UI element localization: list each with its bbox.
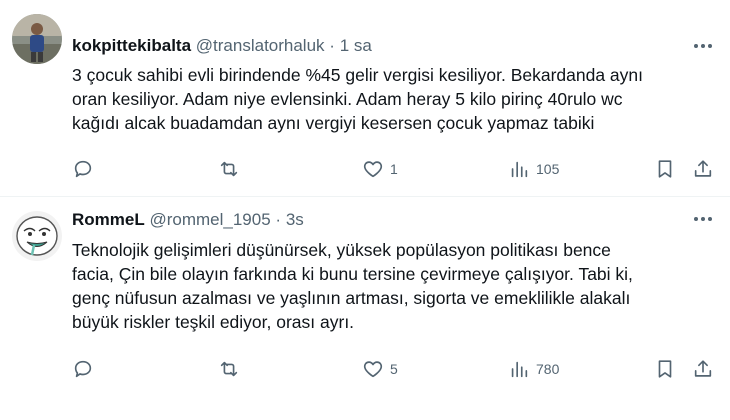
user-handle[interactable]: @translatorhaluk	[196, 36, 325, 55]
tweet-text-line: 3 çocuk sahibi evli birindende %45 gelir…	[72, 65, 644, 85]
reply-button[interactable]	[72, 157, 94, 181]
tweet-text-line: Teknolojik gelişimleri düşünürsek, yükse…	[72, 240, 611, 260]
tweet-text-line: oran kesiliyor. Adam niye evlensinki. Ad…	[72, 89, 623, 109]
heart-icon	[363, 161, 383, 178]
tweet[interactable]: kokpittekibalta @translatorhaluk · 1 sa …	[0, 0, 730, 196]
like-button[interactable]: 5	[362, 357, 398, 381]
tweet-text-line: kağıdı alcak buadamdan aynı vergiyi kese…	[72, 113, 595, 133]
avatar[interactable]	[12, 211, 62, 261]
tweet-text-line: facia, Çin bile olayın farkında ki bunu …	[72, 264, 633, 284]
timestamp[interactable]: 1 sa	[340, 36, 372, 55]
retweet-icon	[220, 361, 238, 377]
separator: ·	[329, 36, 335, 55]
view-count: 780	[536, 361, 560, 377]
bookmark-button[interactable]	[654, 157, 676, 181]
retweet-button[interactable]	[218, 357, 240, 381]
tweet-header: kokpittekibalta @translatorhaluk · 1 sa	[72, 36, 372, 56]
tweet-text: 3 çocuk sahibi evli birindende %45 gelir…	[72, 63, 712, 135]
more-options-button[interactable]	[690, 36, 716, 56]
like-button[interactable]: 1	[362, 157, 398, 181]
retweet-button[interactable]	[218, 157, 240, 181]
user-handle[interactable]: @rommel_1905	[149, 210, 270, 229]
display-name[interactable]: RommeL	[72, 210, 145, 229]
tweet-text: Teknolojik gelişimleri düşünürsek, yükse…	[72, 238, 722, 334]
reply-button[interactable]	[72, 357, 94, 381]
tweet-text-line: genç nüfusun azalması ve yaşlının artmas…	[72, 288, 631, 308]
bookmark-icon	[658, 360, 672, 378]
avatar[interactable]	[12, 14, 62, 64]
tweet-header: RommeL @rommel_1905 · 3s	[72, 210, 304, 230]
retweet-icon	[220, 161, 238, 177]
views-icon	[511, 161, 528, 178]
timeline-feed: kokpittekibalta @translatorhaluk · 1 sa …	[0, 0, 730, 420]
more-icon	[694, 44, 712, 48]
views-button[interactable]: 780	[508, 357, 559, 381]
action-bar: 1 105	[72, 157, 718, 181]
view-count: 105	[536, 161, 560, 177]
like-count: 1	[390, 161, 398, 177]
share-button[interactable]	[692, 157, 714, 181]
like-count: 5	[390, 361, 398, 377]
bookmark-button[interactable]	[654, 357, 676, 381]
tweet[interactable]: RommeL @rommel_1905 · 3s Teknolojik geli…	[0, 197, 730, 420]
share-icon	[694, 160, 712, 177]
tweet-text-line: büyük riskler teşkil ediyor, orası ayrı.	[72, 312, 355, 332]
display-name[interactable]: kokpittekibalta	[72, 36, 191, 55]
views-icon	[511, 361, 528, 378]
views-button[interactable]: 105	[508, 157, 559, 181]
reply-icon	[74, 360, 92, 378]
heart-icon	[363, 361, 383, 378]
timestamp[interactable]: 3s	[286, 210, 304, 229]
reply-icon	[74, 160, 92, 178]
more-icon	[694, 217, 712, 221]
action-bar: 5 780	[72, 357, 718, 381]
separator: ·	[275, 210, 282, 229]
share-icon	[694, 360, 712, 377]
more-options-button[interactable]	[690, 209, 716, 229]
bookmark-icon	[658, 160, 672, 178]
share-button[interactable]	[692, 357, 714, 381]
